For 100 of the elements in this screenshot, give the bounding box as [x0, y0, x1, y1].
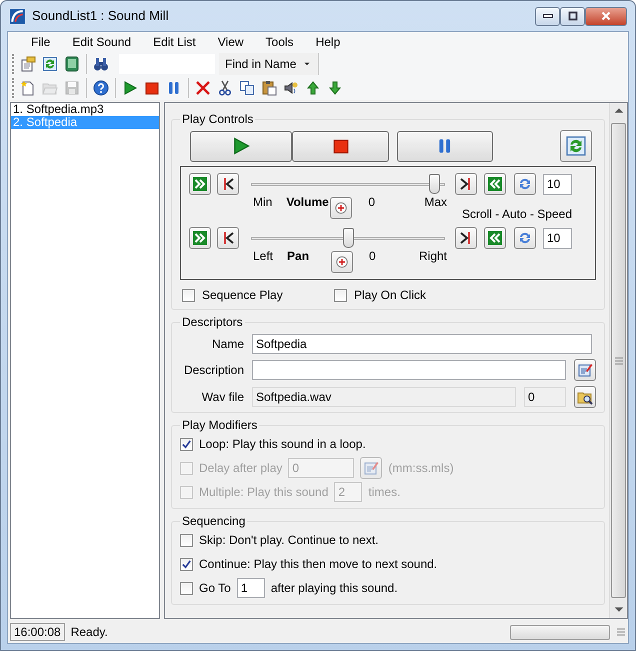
speaker-icon[interactable] [283, 80, 299, 96]
name-field[interactable]: Softpedia [252, 334, 592, 354]
option-label: Skip: Don't play. Continue to next. [199, 533, 379, 548]
list-item[interactable]: 1. Softpedia.mp3 [11, 103, 159, 116]
scroll-forward-button[interactable] [189, 173, 211, 195]
down-arrow-icon[interactable] [327, 80, 343, 96]
option-suffix: after playing this sound. [270, 581, 398, 596]
rewind-icon [487, 230, 503, 246]
scrollbar-thumb[interactable] [611, 123, 626, 598]
menu-item[interactable]: File [20, 32, 62, 52]
option-suffix: times. [368, 485, 400, 500]
option-suffix: (mm:ss.mls) [388, 461, 454, 476]
refresh-icon[interactable] [42, 56, 58, 72]
close-icon [599, 9, 613, 23]
play-button[interactable] [190, 130, 292, 162]
speed-caption: Scroll - Auto - Speed [462, 207, 572, 222]
mark-start-button[interactable] [217, 173, 239, 195]
refresh-button[interactable] [560, 130, 592, 162]
option-label: Continue: Play this then move to next sound. [199, 557, 438, 572]
edit-icon [577, 362, 593, 378]
slider-reading: 0 [369, 249, 376, 264]
maximize-icon [566, 9, 580, 23]
slider-name: Pan [287, 249, 310, 264]
description-field[interactable] [252, 360, 566, 380]
checkbox[interactable] [180, 534, 193, 547]
stop-button[interactable] [292, 130, 389, 162]
binoculars-icon[interactable] [93, 56, 109, 72]
edit-button[interactable] [574, 359, 596, 382]
checkbox[interactable] [180, 582, 193, 595]
auto-scroll-button[interactable] [514, 227, 536, 250]
wav-file-field[interactable]: Softpedia.wav [252, 387, 516, 408]
option-label: Play On Click [354, 288, 426, 303]
option-label: Sequence Play [202, 288, 283, 303]
search-mode-dropdown[interactable]: Find in Name [219, 53, 320, 75]
speed-field[interactable]: 10 [543, 228, 572, 249]
option-label: Loop: Play this sound in a loop. [199, 437, 366, 452]
new-document-icon[interactable] [20, 80, 36, 96]
center-button[interactable] [331, 251, 354, 274]
up-arrow-icon[interactable] [305, 80, 321, 96]
menu-item[interactable]: Edit List [142, 32, 207, 52]
slider-track[interactable] [251, 173, 445, 195]
edit-icon [363, 460, 380, 476]
scroll-forward-button[interactable] [189, 227, 211, 250]
help-icon[interactable] [93, 80, 109, 96]
checkbox[interactable] [180, 558, 193, 571]
field-label: Name [210, 337, 244, 352]
mark-end-button[interactable] [455, 173, 477, 195]
refresh-icon [565, 135, 587, 157]
checkbox[interactable] [334, 288, 347, 302]
clipboard-icon[interactable] [261, 80, 277, 96]
copy-icon[interactable] [239, 80, 255, 96]
menu-item[interactable]: Tools [254, 32, 305, 52]
option-label: Delay after play [199, 461, 282, 476]
auto-scroll-button[interactable] [514, 173, 536, 195]
properties-icon[interactable] [20, 56, 36, 72]
window-title: SoundList1 : Sound Mill [32, 8, 170, 24]
number-field[interactable]: 1 [236, 578, 265, 598]
slider-track[interactable] [251, 227, 445, 250]
browse-button[interactable] [574, 386, 596, 408]
slider-max-label: Right [418, 249, 447, 264]
mark-end-button[interactable] [455, 227, 477, 250]
fast-forward-icon [192, 176, 208, 192]
play-icon[interactable] [122, 80, 138, 96]
number-field: 0 [288, 458, 354, 478]
slider-min-label: Min [253, 195, 272, 210]
status-time: 16:00:08 [10, 623, 65, 641]
option-label: Multiple: Play this sound [199, 485, 328, 500]
group-title: Descriptors [180, 315, 245, 330]
calculator-icon[interactable] [64, 56, 80, 72]
stop-icon [332, 137, 350, 155]
option-label: Go To [199, 581, 231, 596]
scroll-back-button[interactable] [484, 227, 506, 250]
mark-start-button[interactable] [217, 227, 239, 250]
minimize-button[interactable] [535, 6, 560, 26]
checkbox[interactable] [182, 288, 195, 302]
scissors-icon[interactable] [217, 80, 233, 96]
rewind-icon [487, 176, 503, 192]
maximize-button[interactable] [560, 6, 585, 26]
slider-min-label: Left [253, 249, 274, 264]
center-button[interactable] [330, 197, 352, 219]
group-title: Play Modifiers [180, 418, 260, 432]
slider-max-label: Max [424, 195, 447, 210]
file-size-field[interactable]: 0 [524, 387, 566, 408]
size-grip-icon[interactable] [616, 627, 626, 637]
checkbox[interactable] [180, 438, 193, 451]
delete-icon[interactable] [195, 80, 211, 96]
number-field: 2 [334, 482, 362, 502]
close-button[interactable] [585, 6, 627, 26]
menu-item[interactable]: View [206, 32, 255, 52]
minimize-icon [542, 14, 552, 18]
cycle-icon [517, 176, 533, 192]
speed-field[interactable]: 10 [543, 174, 572, 194]
slider-thumb[interactable] [428, 174, 440, 194]
stop-icon[interactable] [144, 80, 160, 96]
pause-button[interactable] [397, 130, 493, 162]
scrollbar[interactable] [609, 103, 627, 618]
menu-item[interactable]: Help [304, 32, 352, 52]
scroll-back-button[interactable] [484, 173, 506, 195]
menu-item[interactable]: Edit Sound [61, 32, 142, 52]
slider-thumb[interactable] [342, 228, 354, 248]
